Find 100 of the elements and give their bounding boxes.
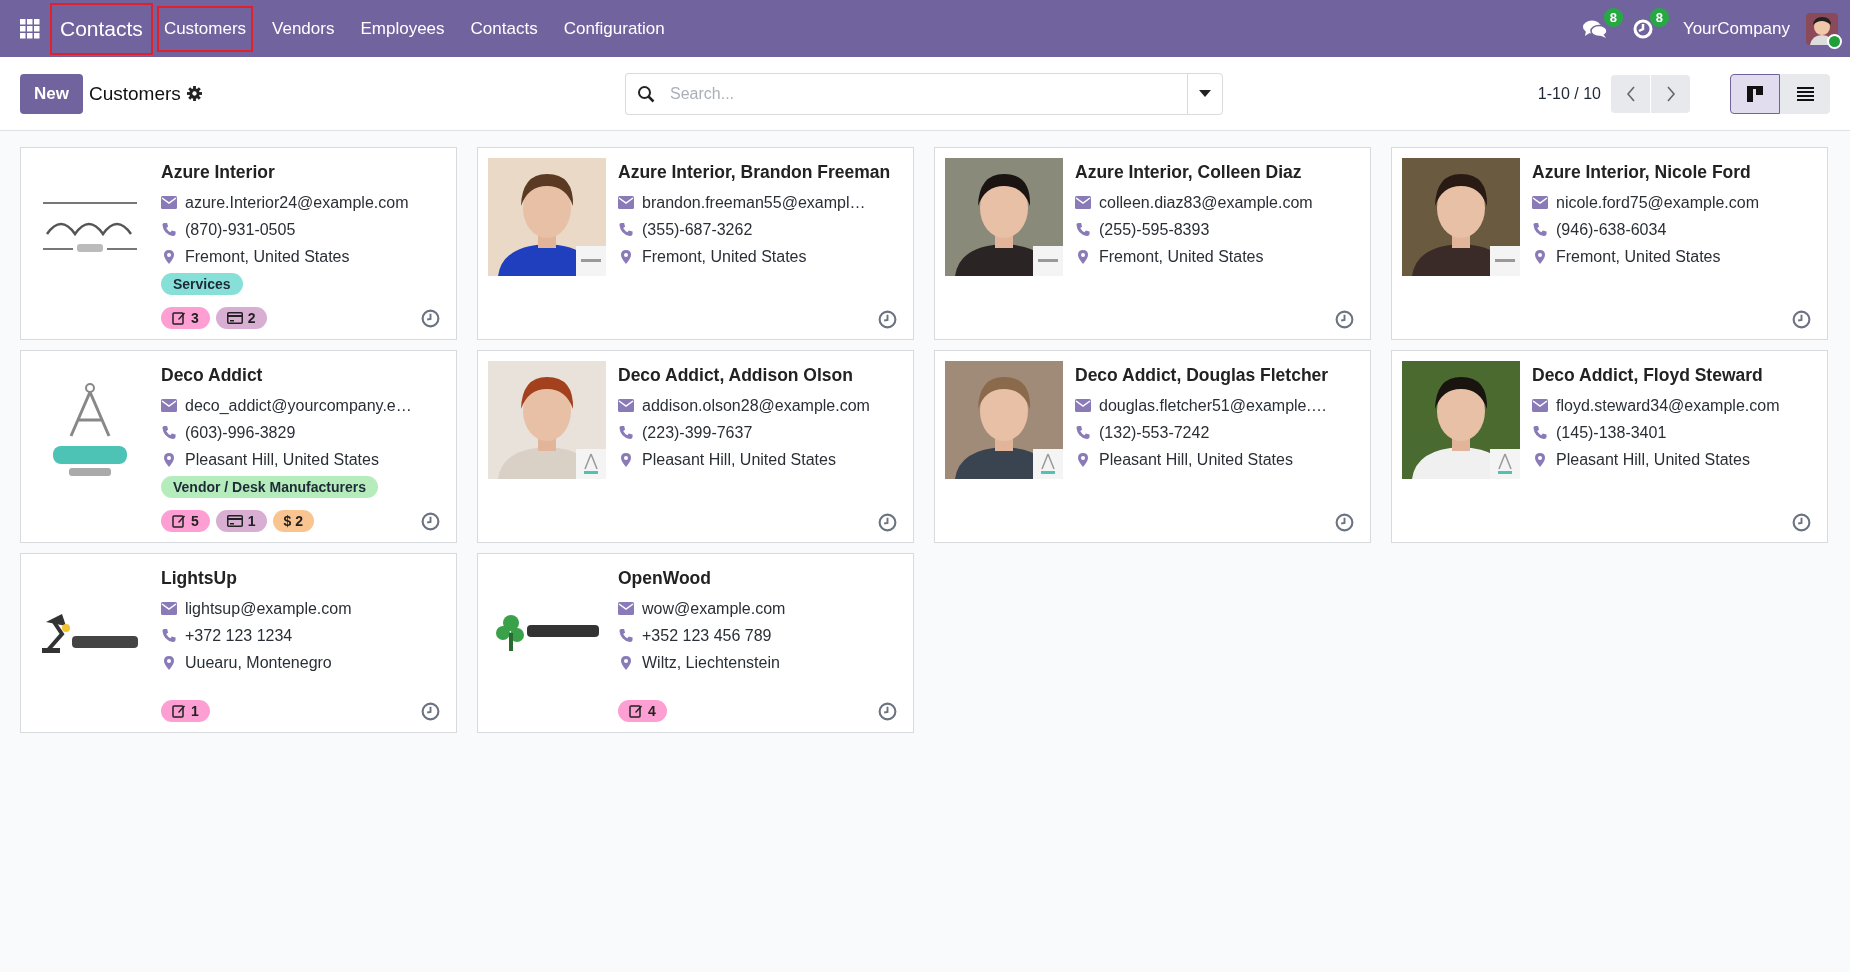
credit-card-icon [226, 515, 243, 527]
search-field[interactable]: Search... [625, 72, 1187, 115]
menu-item[interactable]: Customers [156, 5, 254, 52]
menu-item[interactable]: Vendors [265, 5, 342, 52]
envelope-icon [1532, 196, 1548, 209]
address-text: Fremont, United States [642, 247, 807, 267]
address-text: Fremont, United States [1556, 247, 1721, 267]
email-text: colleen.diaz83@example.com [1099, 193, 1313, 213]
email-text: douglas.fletcher51@example.… [1099, 396, 1327, 416]
phone-icon [161, 628, 177, 643]
address-text: Pleasant Hill, United States [185, 450, 379, 470]
chevron-right-icon [1665, 85, 1676, 102]
map-marker-icon [1075, 248, 1091, 265]
envelope-icon [161, 196, 177, 209]
email-text: brandon.freeman55@exampl… [642, 193, 866, 213]
activity-counter[interactable]: 1 [161, 700, 210, 722]
activity-counter[interactable]: 2 [215, 307, 267, 329]
envelope-icon [1075, 399, 1091, 412]
contact-card[interactable]: Deco Addict, Addison Olson addison.olson28@example.com (223)-399-7637 Pleasant Hill, United States [477, 350, 914, 543]
address-text: Pleasant Hill, United States [1556, 450, 1750, 470]
clock-icon[interactable] [1335, 310, 1354, 329]
email-text: azure.Interior24@example.com [185, 193, 409, 213]
edit-icon [172, 514, 186, 528]
address-text: Pleasant Hill, United States [642, 450, 836, 470]
notification-badge: 8 [1603, 7, 1623, 27]
credit-card-icon [226, 312, 243, 324]
contact-name: LightsUp [161, 567, 238, 590]
phone-text: (946)-638-6034 [1556, 220, 1667, 240]
clock-icon[interactable] [878, 701, 897, 721]
pager-value[interactable]: 1-10 / 10 [1537, 84, 1601, 103]
contact-card[interactable]: Azure Interior, Brandon Freeman brandon.freeman55@exampl… (355)-687-3262 Fremont, United States [477, 147, 914, 340]
contact-card[interactable]: Azure Interior, Nicole Ford nicole.ford75@example.com (946)-638-6034 Fremont, United States [1391, 147, 1828, 340]
edit-icon [629, 704, 643, 718]
activity-counter[interactable]: $ 2 [272, 510, 315, 532]
activity-counter[interactable]: 5 [161, 510, 210, 532]
activity-counter[interactable]: 1 [215, 510, 267, 532]
address-text: Fremont, United States [185, 247, 350, 267]
edit-icon [172, 704, 186, 718]
contact-name: Azure Interior, Nicole Ford [1532, 161, 1752, 184]
contact-card[interactable]: Deco Addict, Floyd Steward floyd.steward34@example.com (145)-138-3401 Pleasant Hill, United States [1391, 350, 1828, 543]
contact-card[interactable]: OpenWood wow@example.com +352 123 456 789 Wiltz, Liechtenstein 4 [477, 553, 914, 733]
kanban-icon [1747, 85, 1763, 102]
app-grid-icon[interactable] [20, 18, 40, 39]
new-button[interactable]: New [20, 73, 83, 114]
email-text: lightsup@example.com [185, 599, 352, 619]
contact-name: OpenWood [618, 567, 712, 590]
chat-icon[interactable] [1582, 18, 1607, 39]
address-text: Wiltz, Liechtenstein [642, 653, 780, 673]
phone-text: (603)-996-3829 [185, 423, 296, 443]
contact-name: Deco Addict, Addison Olson [618, 364, 854, 387]
menu-item[interactable]: Employees [353, 5, 452, 52]
company-name[interactable]: YourCompany [1682, 18, 1790, 39]
list-view-button[interactable] [1780, 73, 1830, 114]
clock-icon[interactable] [421, 308, 440, 328]
tag: Services [161, 273, 243, 295]
phone-icon [161, 425, 177, 440]
app-name[interactable]: Contacts [50, 2, 153, 55]
chevron-left-icon [1625, 85, 1636, 102]
phone-icon [1075, 425, 1091, 440]
activity-counter[interactable]: 3 [161, 307, 210, 329]
gear-icon[interactable] [186, 86, 202, 101]
contact-card[interactable]: LightsUp lightsup@example.com +372 123 1234 Uuearu, Montenegro 1 [20, 553, 457, 733]
contact-card[interactable]: Deco Addict deco_addict@yourcompany.e… (603)-996-3829 Pleasant Hill, United States Vendor / Desk Manufacturers 5 1 $ 2 [20, 350, 457, 543]
clock-icon[interactable] [878, 513, 897, 532]
kanban-view-button[interactable] [1730, 73, 1780, 114]
activity-counter[interactable]: 4 [618, 700, 667, 722]
envelope-icon [618, 399, 634, 412]
map-marker-icon [1075, 451, 1091, 468]
clock-icon[interactable] [878, 310, 897, 329]
clock-icon[interactable] [421, 511, 440, 531]
clock-icon[interactable] [1792, 310, 1811, 329]
clock-icon[interactable] [1335, 513, 1354, 532]
phone-text: (145)-138-3401 [1556, 423, 1667, 443]
phone-text: +372 123 1234 [185, 626, 293, 646]
phone-text: (223)-399-7637 [642, 423, 753, 443]
address-text: Pleasant Hill, United States [1099, 450, 1293, 470]
map-marker-icon [1532, 451, 1548, 468]
contact-card[interactable]: Azure Interior, Colleen Diaz colleen.diaz83@example.com (255)-595-8393 Fremont, United States [934, 147, 1371, 340]
envelope-icon [1532, 399, 1548, 412]
clock-icon[interactable] [421, 701, 440, 721]
edit-icon [172, 311, 186, 325]
clock-icon[interactable] [1792, 513, 1811, 532]
contact-card[interactable]: Azure Interior azure.Interior24@example.com (870)-931-0505 Fremont, United States Services 3 2 [20, 147, 457, 340]
email-text: deco_addict@yourcompany.e… [185, 396, 412, 416]
menu-item[interactable]: Configuration [556, 5, 672, 52]
envelope-icon [618, 196, 634, 209]
phone-text: +352 123 456 789 [642, 626, 772, 646]
contact-name: Azure Interior [161, 161, 276, 184]
search-options-button[interactable] [1187, 72, 1223, 115]
phone-text: (132)-553-7242 [1099, 423, 1210, 443]
map-marker-icon [161, 248, 177, 265]
phone-icon [618, 425, 634, 440]
menu-item[interactable]: Contacts [463, 5, 545, 52]
contact-name: Deco Addict [161, 364, 264, 387]
phone-icon [1532, 425, 1548, 440]
phone-icon [1532, 222, 1548, 237]
map-marker-icon [161, 451, 177, 468]
contact-card[interactable]: Deco Addict, Douglas Fletcher douglas.fletcher51@example.… (132)-553-7242 Pleasant Hill, United States [934, 350, 1371, 543]
envelope-icon [1075, 196, 1091, 209]
map-marker-icon [1532, 248, 1548, 265]
